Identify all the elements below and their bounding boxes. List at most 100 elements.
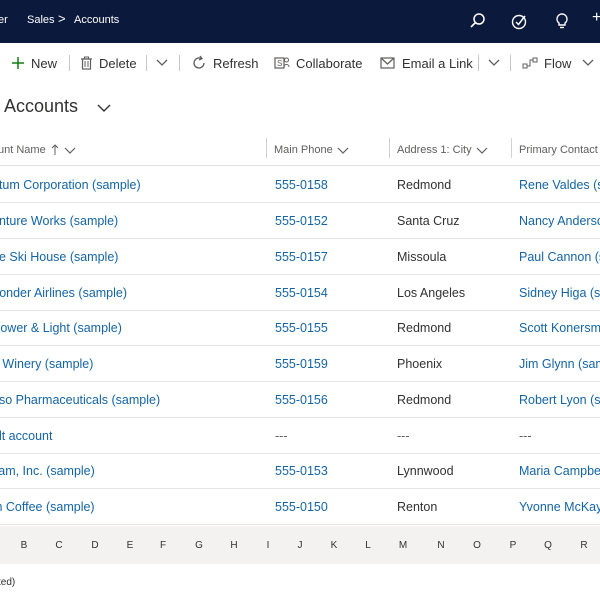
contact-link[interactable]: Scott Konersm [519, 321, 600, 335]
phone-link[interactable]: 555-0159 [275, 357, 328, 371]
contact-link[interactable]: Maria Campbe [519, 464, 600, 478]
email-link-label: Email a Link [402, 55, 473, 71]
phone-link[interactable]: 555-0156 [275, 393, 328, 407]
jump-letter[interactable]: C [53, 540, 65, 551]
contact-link[interactable]: Yvonne McKay [519, 500, 600, 514]
phone-link[interactable]: 555-0150 [275, 500, 328, 514]
account-name-link[interactable]: ult account [0, 429, 52, 443]
jump-letter[interactable]: B [18, 540, 30, 551]
app-name[interactable]: er [0, 14, 8, 26]
contact-link[interactable]: Rene Valdes (sa [519, 178, 600, 192]
column-header-main-phone[interactable]: Main Phone [274, 138, 349, 162]
chevron-down-icon [64, 147, 76, 154]
phone-link[interactable]: 555-0158 [275, 178, 328, 192]
breadcrumb-accounts[interactable]: Accounts [74, 14, 119, 26]
email-link-button[interactable]: Email a Link [380, 53, 473, 73]
table-row[interactable]: Yonder Airlines (sample) 555-0154 Los An… [0, 275, 600, 311]
table-row[interactable]: oso Pharmaceuticals (sample) 555-0156 Re… [0, 382, 600, 418]
jump-letter[interactable]: Q [542, 540, 554, 551]
phone-link[interactable]: 555-0155 [275, 321, 328, 335]
account-name-link[interactable]: Power & Light (sample) [0, 321, 122, 335]
breadcrumb-sales[interactable]: Sales [27, 14, 55, 26]
city-cell: Redmond [397, 393, 452, 407]
city-cell: Renton [397, 500, 438, 514]
sort-ascending-icon [51, 144, 59, 155]
contact-link[interactable]: Paul Cannon (sa [519, 250, 600, 264]
jump-letter[interactable]: J [294, 540, 306, 551]
table-row[interactable]: enture Works (sample) 555-0152 Santa Cru… [0, 203, 600, 239]
account-name-link[interactable]: o Winery (sample) [0, 357, 93, 371]
collaborate-icon: S [274, 57, 290, 69]
jump-letter[interactable]: I [262, 540, 274, 551]
table-row[interactable]: ne Ski House (sample) 555-0157 Missoula … [0, 239, 600, 275]
account-name-link[interactable]: Yonder Airlines (sample) [0, 286, 127, 300]
divider [69, 55, 70, 71]
svg-text:S: S [277, 59, 282, 68]
refresh-button[interactable]: Refresh [191, 53, 259, 73]
jump-letter[interactable]: N [435, 540, 447, 551]
column-label: Main Phone [274, 144, 333, 156]
table-row[interactable]: th Coffee (sample) 555-0150 Renton Yvonn… [0, 489, 600, 525]
account-name-link[interactable]: enture Works (sample) [0, 214, 118, 228]
column-header-account-name[interactable]: unt Name [0, 138, 76, 162]
jump-letter[interactable]: G [193, 540, 205, 551]
divider [510, 55, 511, 71]
contact-link[interactable]: Sidney Higa (sa [519, 286, 600, 300]
jump-letter[interactable]: M [397, 540, 409, 551]
table-row[interactable]: atum Corporation (sample) 555-0158 Redmo… [0, 167, 600, 203]
collaborate-button[interactable]: S Collaborate [274, 53, 363, 73]
email-chevron-icon[interactable] [487, 55, 501, 69]
account-name-link[interactable]: kam, Inc. (sample) [0, 464, 95, 478]
delete-button[interactable]: Delete [80, 53, 137, 73]
task-complete-icon[interactable] [509, 11, 529, 31]
jump-letter[interactable]: E [124, 540, 136, 551]
flow-icon [522, 57, 538, 69]
view-selector-chevron-icon[interactable] [96, 101, 112, 119]
phone-cell: --- [275, 429, 288, 443]
phone-link[interactable]: 555-0157 [275, 250, 328, 264]
table-row[interactable]: ult account --- --- --- [0, 418, 600, 454]
jump-letter[interactable]: F [157, 540, 169, 551]
breadcrumb-separator: > [58, 11, 66, 26]
city-cell: Missoula [397, 250, 447, 264]
column-label: Address 1: City [397, 144, 472, 156]
account-name-link[interactable]: atum Corporation (sample) [0, 178, 141, 192]
contact-link[interactable]: Robert Lyon (sa [519, 393, 600, 407]
table-row[interactable]: o Winery (sample) 555-0159 Phoenix Jim G… [0, 346, 600, 382]
contact-link[interactable]: Nancy Anderso [519, 214, 600, 228]
view-title[interactable]: e Accounts [0, 96, 78, 117]
table-row[interactable]: Power & Light (sample) 555-0155 Redmond … [0, 310, 600, 346]
lightbulb-icon[interactable] [552, 11, 572, 31]
account-name-link[interactable]: oso Pharmaceuticals (sample) [0, 393, 160, 407]
plus-icon[interactable]: + [592, 9, 600, 27]
jump-letter[interactable]: K [328, 540, 340, 551]
jump-letter[interactable]: L [362, 540, 374, 551]
city-cell: Santa Cruz [397, 214, 460, 228]
jump-letter[interactable]: R [578, 540, 590, 551]
account-name-link[interactable]: ne Ski House (sample) [0, 250, 118, 264]
phone-link[interactable]: 555-0154 [275, 286, 328, 300]
contact-link[interactable]: Jim Glynn (sam [519, 357, 600, 371]
jump-letter[interactable]: O [471, 540, 483, 551]
jump-letter[interactable]: D [89, 540, 101, 551]
city-cell: Redmond [397, 321, 452, 335]
city-cell: --- [397, 429, 410, 443]
new-button[interactable]: New [11, 53, 57, 73]
new-label: New [31, 55, 58, 71]
alphabet-jump-bar: B C D E F G H I J K L M N O P Q R [0, 526, 600, 564]
search-icon[interactable] [468, 11, 488, 31]
selection-status: ted) [0, 577, 16, 588]
phone-link[interactable]: 555-0152 [275, 214, 328, 228]
jump-letter[interactable]: H [228, 540, 240, 551]
account-name-link[interactable]: th Coffee (sample) [0, 500, 95, 514]
jump-letter[interactable]: P [507, 540, 519, 551]
more-commands-chevron-icon[interactable] [155, 55, 169, 69]
flow-chevron-icon[interactable] [581, 55, 595, 69]
contact-cell: --- [519, 429, 532, 443]
column-header-city[interactable]: Address 1: City [397, 138, 488, 162]
flow-button[interactable]: Flow [522, 53, 571, 73]
phone-link[interactable]: 555-0153 [275, 464, 328, 478]
column-header-primary-contact[interactable]: Primary Contact [519, 138, 598, 162]
column-label: unt Name [0, 144, 46, 156]
table-row[interactable]: kam, Inc. (sample) 555-0153 Lynnwood Mar… [0, 453, 600, 489]
